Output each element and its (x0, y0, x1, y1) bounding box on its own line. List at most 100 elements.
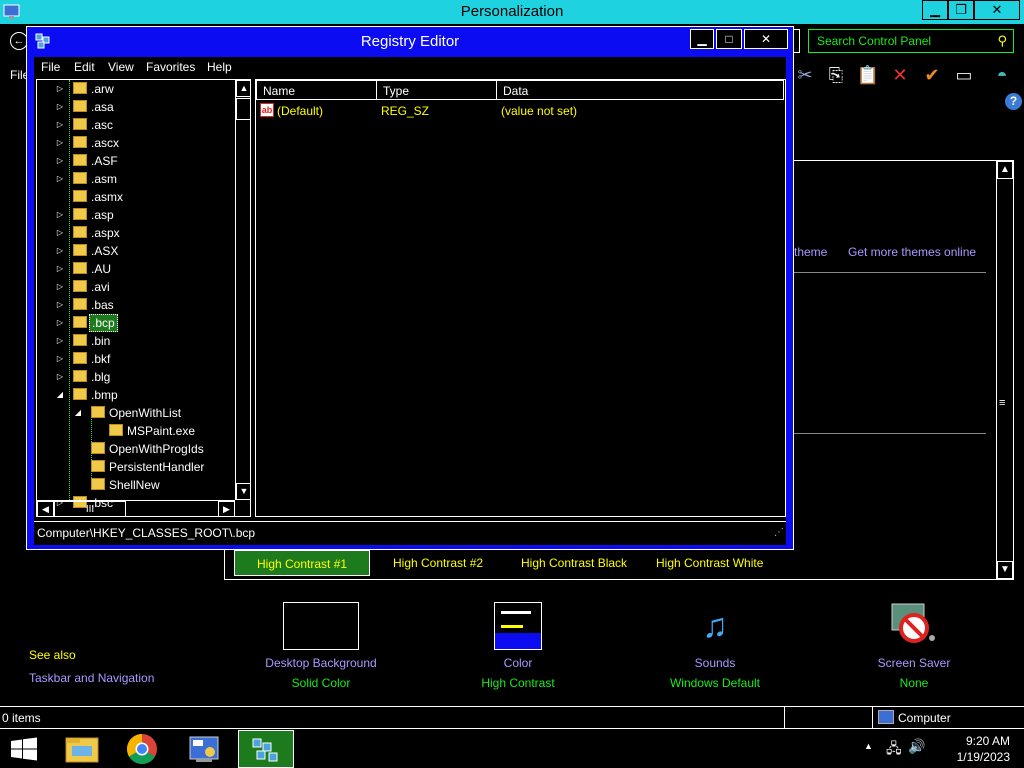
close-button[interactable]: ✕ (974, 0, 1020, 20)
expand-arrow-icon[interactable]: ▷ (55, 134, 65, 152)
paste-icon[interactable]: 📋 (856, 62, 880, 88)
theme-high-contrast-1[interactable]: High Contrast #1 (234, 550, 371, 576)
tree-scroll-thumb[interactable] (236, 98, 250, 120)
color-item[interactable]: Color High Contrast (428, 656, 608, 690)
tree-node[interactable]: ▷ .bas (37, 296, 235, 314)
minimize-button[interactable]: ▁ (922, 0, 948, 20)
restore-button[interactable]: ❐ (948, 0, 974, 20)
theme-link[interactable]: theme (794, 245, 827, 259)
desktop-background-item[interactable]: Desktop Background Solid Color (231, 656, 411, 690)
tree-node[interactable]: ▷ .ASX (37, 242, 235, 260)
tree-node[interactable]: ▷ .ascx (37, 134, 235, 152)
taskbar-file-explorer[interactable] (54, 730, 110, 768)
expand-arrow-icon[interactable]: ▷ (55, 206, 65, 224)
tree-node[interactable]: ▷ .bkf (37, 350, 235, 368)
properties-check-icon[interactable]: ✔ (920, 62, 944, 88)
resize-grip-icon[interactable]: ⋰ (774, 522, 784, 544)
tree-node[interactable]: ▷ .bcp (37, 314, 235, 332)
expand-arrow-icon[interactable]: ▷ (55, 98, 65, 116)
tree-scroll-up-icon[interactable]: ▲ (236, 80, 250, 97)
tree-node[interactable]: ▷ .blg (37, 368, 235, 386)
expand-arrow-icon[interactable]: ▷ (55, 350, 65, 368)
expand-arrow-icon[interactable]: ▷ (55, 332, 65, 350)
taskbar-control-panel[interactable] (176, 730, 232, 768)
registry-values-list[interactable]: Name Type Data ab (Default) REG_SZ (valu… (255, 79, 786, 517)
expand-arrow-icon[interactable]: ▷ (55, 170, 65, 188)
expand-arrow-icon[interactable]: ▷ (55, 278, 65, 296)
menu-file[interactable]: File (41, 57, 60, 77)
screen-saver-icon[interactable] (888, 600, 938, 648)
value-name[interactable]: (Default) (277, 102, 323, 120)
theme-high-contrast-black[interactable]: High Contrast Black (499, 550, 649, 576)
column-name[interactable]: Name (256, 80, 377, 100)
tree-node[interactable]: ▷ .arw (37, 80, 235, 98)
expand-arrow-icon[interactable]: ▷ (55, 152, 65, 170)
cut-icon[interactable]: ✂ (793, 62, 817, 88)
tree-horizontal-scrollbar[interactable]: ◀ III ▶ (37, 500, 235, 516)
network-icon[interactable]: 🖧 (886, 738, 902, 762)
registry-editor-titlebar[interactable]: Registry Editor ▁ □ ✕ (27, 27, 793, 55)
registry-key-tree[interactable]: ▷ .arw ▷ .asa ▷ .asc ▷ .ascx ▷ .ASF ▷ .asm .asmx ▷ .as… (36, 79, 251, 517)
tree-node[interactable]: ▷ .asm (37, 170, 235, 188)
show-hidden-icons-icon[interactable]: ▲ (864, 741, 873, 751)
scroll-thumb-grip-icon[interactable]: ≡ (999, 397, 1005, 409)
collapse-arrow-icon[interactable]: ◢ (73, 404, 83, 422)
expand-arrow-icon[interactable]: ▷ (55, 314, 65, 332)
collapse-arrow-icon[interactable]: ◢ (55, 386, 65, 404)
start-button[interactable] (0, 730, 48, 768)
get-more-themes-link[interactable]: Get more themes online (848, 245, 976, 259)
taskbar-navigation-link[interactable]: Taskbar and Navigation (29, 671, 154, 685)
tree-hscroll-thumb[interactable]: III (54, 501, 126, 516)
expand-arrow-icon[interactable]: ▷ (55, 224, 65, 242)
theme-high-contrast-2[interactable]: High Contrast #2 (371, 550, 505, 576)
regedit-maximize-button[interactable]: □ (716, 29, 742, 49)
regedit-minimize-button[interactable]: ▁ (690, 29, 714, 49)
copy-icon[interactable]: ⎘ (824, 62, 848, 88)
tree-node[interactable]: OpenWithProgIds (37, 440, 235, 458)
tree-node[interactable]: ▷ .AU (37, 260, 235, 278)
rename-icon[interactable]: ▭ (952, 62, 976, 88)
tree-node[interactable]: PersistentHandler (37, 458, 235, 476)
menu-help[interactable]: Help (207, 57, 232, 77)
taskbar-clock[interactable]: 9:20 AM 1/19/2023 (957, 733, 1010, 765)
personalization-titlebar[interactable]: Personalization ▁ ❐ ✕ (0, 0, 1024, 24)
desktop-background-icon[interactable] (283, 602, 359, 650)
tree-scroll-down-icon[interactable]: ▼ (236, 483, 250, 500)
tree-node[interactable]: ▷ .asp (37, 206, 235, 224)
tree-scroll-left-icon[interactable]: ◀ (37, 501, 54, 516)
search-input[interactable]: Search Control Panel ⚲ (808, 29, 1014, 53)
search-icon[interactable]: ⚲ (997, 33, 1007, 49)
theme-high-contrast-white[interactable]: High Contrast White (634, 550, 785, 576)
sounds-icon[interactable]: ♫ (690, 602, 740, 650)
delete-icon[interactable]: ✕ (888, 62, 912, 88)
tree-node[interactable]: ▷ .aspx (37, 224, 235, 242)
tree-node[interactable]: .asmx (37, 188, 235, 206)
expand-arrow-icon[interactable]: ▷ (55, 260, 65, 278)
taskbar-registry-editor[interactable] (238, 730, 294, 768)
menu-edit[interactable]: Edit (74, 57, 95, 77)
scroll-up-icon[interactable]: ▲ (997, 161, 1013, 179)
content-vertical-scrollbar[interactable]: ▲ ≡ ▼ (996, 160, 1014, 580)
expand-arrow-icon[interactable]: ▷ (55, 368, 65, 386)
scroll-down-icon[interactable]: ▼ (997, 561, 1013, 579)
color-icon[interactable] (494, 602, 542, 650)
help-icon[interactable]: ? (1005, 93, 1022, 110)
tree-scroll-right-icon[interactable]: ▶ (218, 501, 235, 516)
menu-view[interactable]: View (108, 57, 134, 77)
sounds-item[interactable]: Sounds Windows Default (625, 656, 805, 690)
tree-node[interactable]: ▷ .asc (37, 116, 235, 134)
regedit-close-button[interactable]: ✕ (744, 29, 788, 49)
menu-favorites[interactable]: Favorites (146, 57, 195, 77)
tree-node[interactable]: ▷ .asa (37, 98, 235, 116)
expand-arrow-icon[interactable]: ▷ (55, 296, 65, 314)
column-data[interactable]: Data (496, 80, 784, 100)
network-globe-icon[interactable]: ◓ (990, 62, 1014, 88)
tree-node[interactable]: ◢ OpenWithList (37, 404, 235, 422)
tree-node[interactable]: ▷ .bin (37, 332, 235, 350)
tree-vertical-scrollbar[interactable]: ▲ ▼ (235, 80, 250, 500)
expand-arrow-icon[interactable]: ▷ (55, 116, 65, 134)
tree-node[interactable]: MSPaint.exe (37, 422, 235, 440)
screen-saver-item[interactable]: Screen Saver None (824, 656, 1004, 690)
column-type[interactable]: Type (376, 80, 497, 100)
tree-node[interactable]: ◢ .bmp (37, 386, 235, 404)
